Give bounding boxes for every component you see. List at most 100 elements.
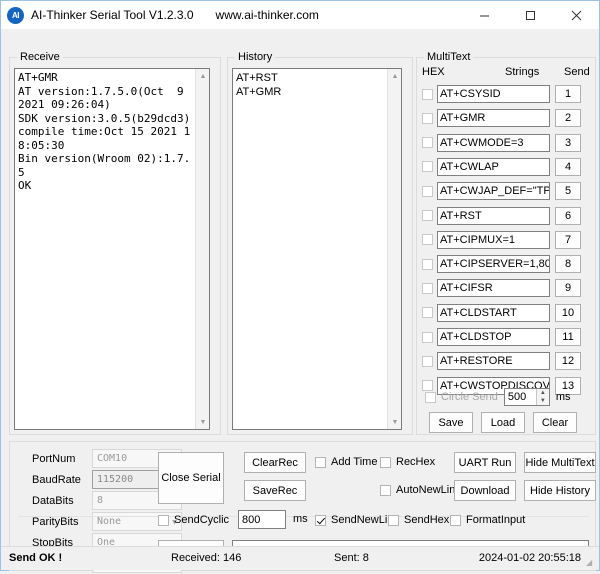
save-button[interactable]: Save — [429, 412, 473, 433]
send-slot-button[interactable]: 1 — [555, 85, 581, 103]
circle-send-checkbox[interactable] — [425, 392, 436, 403]
uart-run-button[interactable]: UART Run — [454, 452, 516, 473]
load-button[interactable]: Load — [481, 412, 525, 433]
close-serial-button[interactable]: Close Serial — [158, 452, 224, 504]
send-hex-checkbox-row[interactable]: SendHex — [388, 514, 449, 526]
send-slot-button[interactable]: 2 — [555, 109, 581, 127]
send-hex-label: SendHex — [404, 514, 449, 526]
receive-scrollbar[interactable]: ▲ ▼ — [195, 69, 209, 429]
status-sent: Sent: 8 — [334, 552, 369, 564]
receive-textarea[interactable]: AT+GMR AT version:1.7.5.0(Oct 9 2021 09:… — [14, 68, 210, 430]
format-input-checkbox[interactable] — [450, 515, 461, 526]
send-slot-button[interactable]: 8 — [555, 255, 581, 273]
hide-multitext-button[interactable]: Hide MultiText — [524, 452, 596, 473]
auto-new-line-checkbox[interactable] — [380, 485, 391, 496]
send-slot-button[interactable]: 6 — [555, 207, 581, 225]
history-listbox[interactable]: AT+RST AT+GMR ▲ ▼ — [232, 68, 402, 430]
send-slot-button[interactable]: 3 — [555, 134, 581, 152]
hex-checkbox[interactable] — [422, 113, 433, 124]
status-received: Received: 146 — [171, 552, 241, 564]
rec-hex-checkbox-row[interactable]: RecHex — [380, 456, 435, 468]
rec-hex-checkbox[interactable] — [380, 457, 391, 468]
send-new-line-checkbox-row[interactable]: SendNewLin — [315, 514, 393, 526]
hex-checkbox[interactable] — [422, 89, 433, 100]
clear-button[interactable]: Clear — [533, 412, 577, 433]
add-time-checkbox-row[interactable]: Add Time — [315, 456, 377, 468]
close-icon[interactable] — [553, 1, 599, 29]
hex-checkbox[interactable] — [422, 259, 433, 270]
command-input[interactable]: AT+CIPSERVER=1,80 — [437, 255, 550, 273]
parity-bits-value: None — [97, 516, 121, 527]
data-bits-value: 8 — [97, 495, 103, 506]
hex-checkbox[interactable] — [422, 186, 433, 197]
send-slot-button[interactable]: 9 — [555, 279, 581, 297]
hide-history-button[interactable]: Hide History — [524, 480, 596, 501]
send-new-line-label: SendNewLin — [331, 514, 393, 526]
receive-group-label: Receive — [17, 51, 63, 63]
circle-send-interval-value: 500 — [508, 391, 526, 403]
window-title: AI-Thinker Serial Tool V1.2.3.0 — [31, 8, 194, 22]
send-slot-button[interactable]: 11 — [555, 328, 581, 346]
send-slot-button[interactable]: 7 — [555, 231, 581, 249]
circle-send-interval-input[interactable]: 500 ▲ ▼ — [504, 388, 550, 406]
send-slot-button[interactable]: 10 — [555, 304, 581, 322]
command-input[interactable]: AT+CSYSID — [437, 85, 550, 103]
hex-checkbox[interactable] — [422, 234, 433, 245]
command-input[interactable]: AT+CWLAP — [437, 158, 550, 176]
minimize-icon[interactable] — [461, 1, 507, 29]
scroll-up-icon[interactable]: ▲ — [388, 69, 402, 83]
send-cyclic-interval-input[interactable]: 800 — [238, 510, 286, 529]
command-input[interactable]: AT+RESTORE — [437, 352, 550, 370]
hex-checkbox[interactable] — [422, 210, 433, 221]
send-new-line-checkbox[interactable] — [315, 515, 326, 526]
add-time-checkbox[interactable] — [315, 457, 326, 468]
scroll-down-icon[interactable]: ▼ — [388, 415, 402, 429]
send-cyclic-checkbox[interactable] — [158, 515, 169, 526]
history-scrollbar[interactable]: ▲ ▼ — [387, 69, 401, 429]
save-rec-button[interactable]: SaveRec — [244, 480, 306, 501]
stepper-up-icon[interactable]: ▲ — [537, 389, 549, 397]
circle-send-unit: ms — [556, 391, 571, 403]
command-input[interactable]: AT+RST — [437, 207, 550, 225]
clear-rec-button[interactable]: ClearRec — [244, 452, 306, 473]
multitext-row: AT+CIPMUX=1 7 — [422, 230, 592, 250]
hex-checkbox[interactable] — [422, 137, 433, 148]
scroll-up-icon[interactable]: ▲ — [196, 69, 210, 83]
format-input-checkbox-row[interactable]: FormatInput — [450, 514, 525, 526]
hex-checkbox[interactable] — [422, 283, 433, 294]
command-input[interactable]: AT+GMR — [437, 109, 550, 127]
command-input[interactable]: AT+CIFSR — [437, 279, 550, 297]
main-window: AI AI-Thinker Serial Tool V1.2.3.0 www.a… — [0, 0, 600, 571]
send-hex-checkbox[interactable] — [388, 515, 399, 526]
send-cyclic-label: SendCyclic — [174, 514, 229, 526]
hex-checkbox[interactable] — [422, 307, 433, 318]
maximize-icon[interactable] — [507, 1, 553, 29]
command-input[interactable]: AT+CLDSTART — [437, 304, 550, 322]
command-input[interactable]: AT+CIPMUX=1 — [437, 231, 550, 249]
main-content: Receive AT+GMR AT version:1.7.5.0(Oct 9 … — [1, 29, 599, 546]
auto-new-line-checkbox-row[interactable]: AutoNewLine — [380, 484, 461, 496]
column-header-hex: HEX — [422, 66, 445, 78]
scroll-down-icon[interactable]: ▼ — [196, 415, 210, 429]
stepper-down-icon[interactable]: ▼ — [537, 397, 549, 405]
hex-checkbox[interactable] — [422, 356, 433, 367]
command-input[interactable]: AT+CWJAP_DEF="TP-Link — [437, 182, 550, 200]
multitext-row: AT+CWLAP 4 — [422, 157, 592, 177]
hex-checkbox[interactable] — [422, 332, 433, 343]
download-button[interactable]: Download — [454, 480, 516, 501]
send-slot-button[interactable]: 12 — [555, 352, 581, 370]
send-slot-button[interactable]: 4 — [555, 158, 581, 176]
circle-send-stepper[interactable]: ▲ ▼ — [536, 389, 549, 405]
resize-grip-icon[interactable]: ◢ — [586, 558, 596, 568]
multitext-panel: MultiText HEX Strings Send AT+CSYSID1AT+… — [416, 57, 596, 435]
command-input[interactable]: AT+CWMODE=3 — [437, 134, 550, 152]
hex-checkbox[interactable] — [422, 161, 433, 172]
baud-rate-label: BaudRate — [18, 474, 92, 486]
send-slot-button[interactable]: 5 — [555, 182, 581, 200]
command-input[interactable]: AT+CLDSTOP — [437, 328, 550, 346]
multitext-row: AT+CLDSTOP 11 — [422, 327, 592, 347]
send-cyclic-checkbox-row[interactable]: SendCyclic — [158, 514, 229, 526]
send-cyclic-unit: ms — [293, 513, 308, 525]
status-bar: Send OK ! Received: 146 Sent: 8 2024-01-… — [1, 546, 599, 570]
data-bits-label: DataBits — [18, 495, 92, 507]
